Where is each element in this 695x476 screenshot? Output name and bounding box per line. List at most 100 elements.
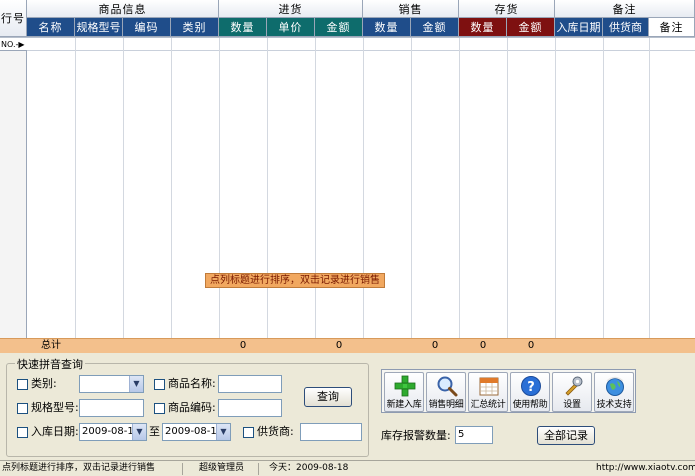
plus-icon [394,375,416,397]
product-name-checkbox[interactable] [154,379,165,390]
help-label: 使用帮助 [512,400,548,410]
inbound-date-label: 入库日期: [31,425,79,438]
product-code-checkbox[interactable] [154,403,165,414]
tech-support-button[interactable]: 技术支持 [594,372,634,412]
column-header-purchase-qty[interactable]: 数量 [219,18,267,37]
status-bar: 点列标题进行排序，双击记录进行销售 超级管理员 今天：2009-08-18 ht… [0,460,695,476]
column-header-supplier[interactable]: 供货商 [603,18,649,37]
category-label: 类别: [31,377,57,390]
column-divider [507,38,508,338]
column-divider [267,38,268,338]
tech-support-label: 技术支持 [596,400,632,410]
date-range-separator: 至 [149,425,160,438]
total-purchase-amount: 0 [335,340,343,351]
column-divider [219,38,220,338]
column-divider [123,38,124,338]
column-header-stock-qty[interactable]: 数量 [459,18,507,37]
supplier-input[interactable] [300,423,362,441]
supplier-checkbox[interactable] [243,427,254,438]
chevron-down-icon[interactable]: ▼ [216,424,230,440]
column-header-stock-amount[interactable]: 金额 [507,18,555,37]
date-to-value: 2009-08-18 [165,426,224,437]
current-row-indicator[interactable]: NO.-▶ [0,38,27,51]
tools-icon [565,376,583,396]
settings-label: 设置 [563,400,581,410]
product-name-input[interactable] [218,375,282,393]
group-header-product-info: 商品信息 [27,0,219,18]
chevron-down-icon[interactable]: ▼ [129,376,143,392]
column-header-code[interactable]: 编码 [123,18,171,37]
category-select[interactable]: ▼ [79,375,144,393]
date-to-picker[interactable]: 2009-08-18 ▼ [162,423,231,441]
action-toolbar: 新建入库 销售明细 汇总统计 ? 使用帮助 设置 技术支持 [381,369,636,413]
globe-icon [606,376,624,396]
column-header-category[interactable]: 类别 [171,18,219,37]
column-divider [555,38,556,338]
column-divider [649,38,650,338]
column-divider [363,38,364,338]
column-divider [603,38,604,338]
quick-search-group: 快速拼音查询 类别: ▼ 商品名称: 规格型号: 商品编码: 查询 入库日期: … [6,356,369,457]
query-button[interactable]: 查询 [304,387,352,407]
column-header-sales-amount[interactable]: 金额 [411,18,459,37]
status-separator [258,463,259,475]
column-divider [75,38,76,338]
summary-stats-button[interactable]: 汇总统计 [468,372,508,412]
group-header-remarks: 备注 [555,0,695,18]
product-code-input[interactable] [218,399,282,417]
status-site: http://www.xiaotv.com [596,463,695,473]
column-header-sales-qty[interactable]: 数量 [363,18,411,37]
row-number-column [0,38,27,339]
status-hint: 点列标题进行排序，双击记录进行销售 [2,463,156,473]
summary-stats-label: 汇总统计 [470,400,506,410]
all-records-button[interactable]: 全部记录 [537,426,595,445]
status-today: 今天：2009-08-18 [269,463,349,473]
new-inbound-button[interactable]: 新建入库 [384,372,424,412]
group-header-sales: 销售 [363,0,459,18]
quick-search-title: 快速拼音查询 [15,356,85,372]
column-divider [171,38,172,338]
product-code-label: 商品编码: [168,401,216,414]
chevron-down-icon[interactable]: ▼ [132,424,146,440]
status-separator [182,463,183,475]
category-checkbox[interactable] [17,379,28,390]
spec-label: 规格型号: [31,401,79,414]
total-purchase-qty: 0 [239,340,247,351]
column-divider [315,38,316,338]
svg-text:?: ? [527,380,535,395]
sort-hint-tooltip: 点列标题进行排序，双击记录进行销售 [205,273,385,288]
column-header-purchase-amount[interactable]: 金额 [315,18,363,37]
sales-detail-button[interactable]: 销售明细 [426,372,466,412]
column-divider [459,38,460,338]
column-header-name[interactable]: 名称 [27,18,75,37]
column-divider [411,38,412,338]
spec-checkbox[interactable] [17,403,28,414]
date-from-picker[interactable]: 2009-08-18 ▼ [79,423,147,441]
column-header-purchase-price[interactable]: 单价 [267,18,315,37]
settings-button[interactable]: 设置 [552,372,592,412]
group-header-stock: 存货 [459,0,555,18]
magnifier-icon [437,376,458,397]
total-sales-qty: 0 [431,340,439,351]
stock-alert-label: 库存报警数量: [381,429,451,442]
supplier-label: 供货商: [257,425,294,438]
new-inbound-label: 新建入库 [386,400,422,410]
column-header-inbound-date[interactable]: 入库日期 [555,18,603,37]
total-stock-amount: 0 [527,340,535,351]
column-header-spec[interactable]: 规格型号 [75,18,123,37]
row-number-header[interactable]: 行号 [0,0,27,37]
help-button[interactable]: ? 使用帮助 [510,372,550,412]
product-name-label: 商品名称: [168,377,216,390]
totals-label: 总计 [41,340,61,351]
stock-alert-input[interactable]: 5 [455,426,493,444]
column-header-remark[interactable]: 备注 [649,18,695,37]
sales-detail-label: 销售明细 [428,400,464,410]
inbound-date-checkbox[interactable] [17,427,28,438]
spec-input[interactable] [79,399,144,417]
table-row[interactable] [27,38,695,51]
totals-row: 总计 0 0 0 0 0 [0,338,695,353]
group-header-purchase: 进货 [219,0,363,18]
status-user: 超级管理员 [199,463,245,473]
calendar-icon [479,377,499,396]
data-grid[interactable]: NO.-▶ [0,37,695,339]
